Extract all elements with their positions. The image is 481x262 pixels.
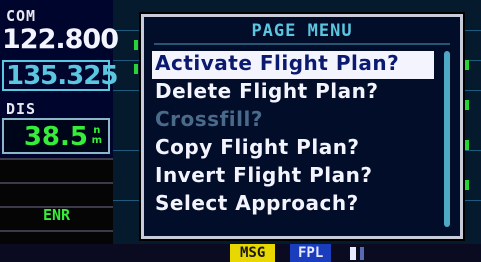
distance-field: 38.5 n m: [2, 118, 110, 154]
waypoint-marker: [134, 64, 138, 74]
left-data-column: COM 122.800 135.325 DIS 38.5 n m ENR: [0, 0, 119, 262]
page-position-indicator: [360, 247, 364, 260]
message-annunciator[interactable]: MSG: [230, 244, 276, 262]
waypoint-marker: [465, 60, 469, 70]
menu-item-select-approach[interactable]: Select Approach?: [152, 191, 434, 219]
distance-value: 38.5: [23, 122, 88, 152]
menu-item-crossfill: Crossfill?: [155, 107, 263, 131]
distance-unit: n m: [92, 126, 102, 146]
distance-unit-bottom: m: [91, 135, 102, 146]
distance-label: DIS: [6, 100, 37, 118]
waypoint-marker: [465, 140, 469, 150]
empty-data-field: [0, 230, 113, 244]
empty-data-field: [0, 182, 113, 206]
page-position-indicator: [350, 247, 356, 260]
title-divider: [154, 43, 450, 45]
waypoint-marker: [465, 180, 469, 190]
menu-item-delete-flight-plan[interactable]: Delete Flight Plan?: [152, 79, 434, 107]
gps-screen: COM 122.800 135.325 DIS 38.5 n m ENR MSG…: [0, 0, 481, 262]
menu-item-copy-flight-plan[interactable]: Copy Flight Plan?: [152, 135, 434, 163]
page-menu-list: Activate Flight Plan? Delete Flight Plan…: [152, 51, 434, 219]
com-standby-frequency[interactable]: 135.325: [2, 60, 118, 91]
menu-item-invert-flight-plan[interactable]: Invert Flight Plan?: [152, 163, 434, 191]
empty-data-field: [0, 158, 113, 182]
waypoint-marker: [134, 40, 138, 50]
page-group-indicator: FPL: [290, 244, 332, 262]
status-bar: MSG FPL: [0, 244, 481, 262]
menu-scrollbar[interactable]: [444, 51, 450, 227]
page-menu-title: PAGE MENU: [251, 21, 353, 41]
flight-phase-indicator: ENR: [42, 206, 71, 224]
menu-item-activate-flight-plan[interactable]: Activate Flight Plan?: [152, 51, 434, 79]
waypoint-marker: [465, 100, 469, 110]
com-active-frequency[interactable]: 122.800: [2, 23, 119, 56]
page-menu-popup: PAGE MENU Activate Flight Plan? Delete F…: [141, 14, 463, 239]
